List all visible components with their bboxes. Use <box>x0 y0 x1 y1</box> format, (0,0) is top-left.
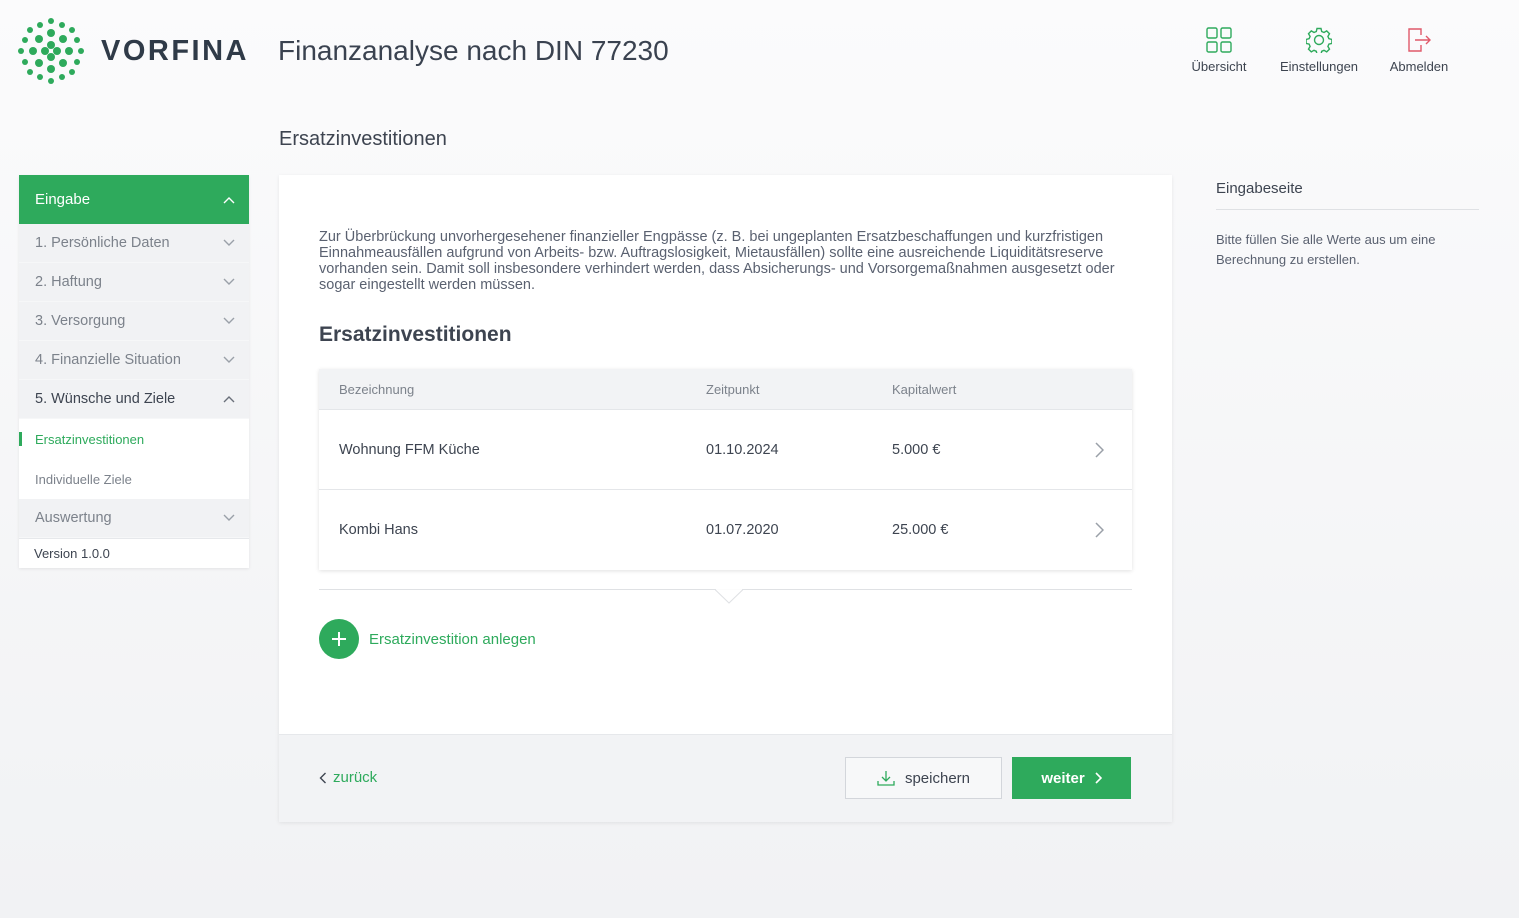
nav-settings[interactable]: Einstellungen <box>1269 26 1369 74</box>
back-label: zurück <box>333 769 378 786</box>
divider-notch-icon <box>715 589 743 604</box>
vorfina-logo-icon <box>18 18 84 84</box>
sidebar-subitem-label: Individuelle Ziele <box>35 471 132 487</box>
sidebar: Eingabe 1. Persönliche Daten 2. Haftung … <box>19 175 249 568</box>
sidebar-subitem-label: Ersatzinvestitionen <box>35 431 145 447</box>
grid-icon <box>1206 26 1232 54</box>
sidebar-item-wishes-goals[interactable]: 5. Wünsche und Ziele <box>19 380 249 419</box>
chevron-down-icon <box>223 278 235 285</box>
sidebar-item-label: 4. Finanzielle Situation <box>35 352 181 368</box>
nav-settings-label: Einstellungen <box>1279 59 1359 74</box>
save-label: speichern <box>904 769 971 787</box>
chevron-right-icon <box>1095 772 1102 784</box>
table-row[interactable]: Wohnung FFM Küche 01.10.2024 5.000 € <box>319 410 1132 490</box>
sidebar-item-label: 5. Wünsche und Ziele <box>35 391 176 407</box>
sidebar-item-liability[interactable]: 2. Haftung <box>19 263 249 302</box>
cell-date: 01.07.2020 <box>706 522 779 538</box>
back-button[interactable]: zurück <box>319 769 377 786</box>
column-header-value[interactable]: Kapitalwert <box>892 382 1067 397</box>
next-label: weiter <box>1041 769 1085 787</box>
chevron-up-icon <box>223 196 235 203</box>
column-header-name[interactable]: Bezeichnung <box>319 382 706 397</box>
save-button[interactable]: speichern <box>845 757 1002 799</box>
chevron-down-icon <box>223 356 235 363</box>
cell-value: 5.000 € <box>892 441 941 458</box>
sidebar-item-provision[interactable]: 3. Versorgung <box>19 302 249 341</box>
nav-overview[interactable]: Übersicht <box>1169 26 1269 74</box>
logo[interactable]: VORFINA <box>18 18 249 84</box>
card-footer: zurück speichern weiter <box>279 734 1172 822</box>
version-label: Version 1.0.0 <box>19 538 249 568</box>
sidebar-subitem-individual-goals[interactable]: Individuelle Ziele <box>19 459 249 499</box>
gear-icon <box>1306 26 1332 54</box>
sidebar-section-eingabe[interactable]: Eingabe <box>19 175 249 224</box>
sidebar-item-financial-situation[interactable]: 4. Finanzielle Situation <box>19 341 249 380</box>
header: VORFINA Finanzanalyse nach DIN 77230 Übe… <box>0 0 1519 105</box>
cell-date: 01.10.2024 <box>706 441 779 458</box>
table-row[interactable]: Kombi Hans 01.07.2020 25.000 € <box>319 490 1132 570</box>
cell-name: Kombi Hans <box>339 522 418 538</box>
chevron-left-icon <box>319 772 326 783</box>
info-panel: Eingabeseite Bitte füllen Sie alle Werte… <box>1216 180 1479 270</box>
logout-icon <box>1406 26 1432 54</box>
nav-logout-label: Abmelden <box>1389 59 1449 74</box>
add-investment-label: Ersatzinvestition anlegen <box>369 630 536 648</box>
download-icon <box>877 771 895 786</box>
sidebar-item-evaluation[interactable]: Auswertung <box>19 499 249 538</box>
chevron-right-icon[interactable] <box>1095 441 1104 458</box>
top-nav: Übersicht Einstellungen Abmelden <box>1169 26 1469 74</box>
sidebar-section-label: Eingabe <box>35 191 91 208</box>
cell-name: Wohnung FFM Küche <box>339 441 480 458</box>
chevron-right-icon[interactable] <box>1095 522 1104 538</box>
sidebar-item-label: 2. Haftung <box>35 274 102 290</box>
chevron-down-icon <box>223 514 235 521</box>
main-card: Zur Überbrückung unvorhergesehener finan… <box>279 175 1172 822</box>
chevron-up-icon <box>223 396 235 403</box>
cell-value: 25.000 € <box>892 522 949 538</box>
page-heading: Ersatzinvestitionen <box>279 128 447 150</box>
chevron-down-icon <box>223 317 235 324</box>
sidebar-item-label: 3. Versorgung <box>35 313 126 329</box>
sidebar-subitem-replacement-investments[interactable]: Ersatzinvestitionen <box>19 419 249 459</box>
intro-text: Zur Überbrückung unvorhergesehener finan… <box>319 229 1115 293</box>
sidebar-item-label: 1. Persönliche Daten <box>35 235 170 251</box>
nav-logout[interactable]: Abmelden <box>1369 26 1469 74</box>
info-panel-text: Bitte füllen Sie alle Werte aus um eine … <box>1216 232 1436 267</box>
plus-icon <box>319 619 359 659</box>
section-title: Ersatzinvestitionen <box>319 323 512 346</box>
investments-table: Bezeichnung Zeitpunkt Kapitalwert Wohnun… <box>319 369 1132 570</box>
brand-name: VORFINA <box>101 34 249 67</box>
column-header-date[interactable]: Zeitpunkt <box>706 382 892 397</box>
app-title: Finanzanalyse nach DIN 77230 <box>278 35 669 66</box>
table-header: Bezeichnung Zeitpunkt Kapitalwert <box>319 369 1132 410</box>
nav-overview-label: Übersicht <box>1191 59 1247 74</box>
info-panel-title: Eingabeseite <box>1216 180 1479 210</box>
sidebar-item-personal-data[interactable]: 1. Persönliche Daten <box>19 224 249 263</box>
chevron-down-icon <box>223 239 235 246</box>
sidebar-item-label: Auswertung <box>35 510 112 526</box>
next-button[interactable]: weiter <box>1012 757 1131 799</box>
add-investment-button[interactable]: Ersatzinvestition anlegen <box>319 619 536 659</box>
